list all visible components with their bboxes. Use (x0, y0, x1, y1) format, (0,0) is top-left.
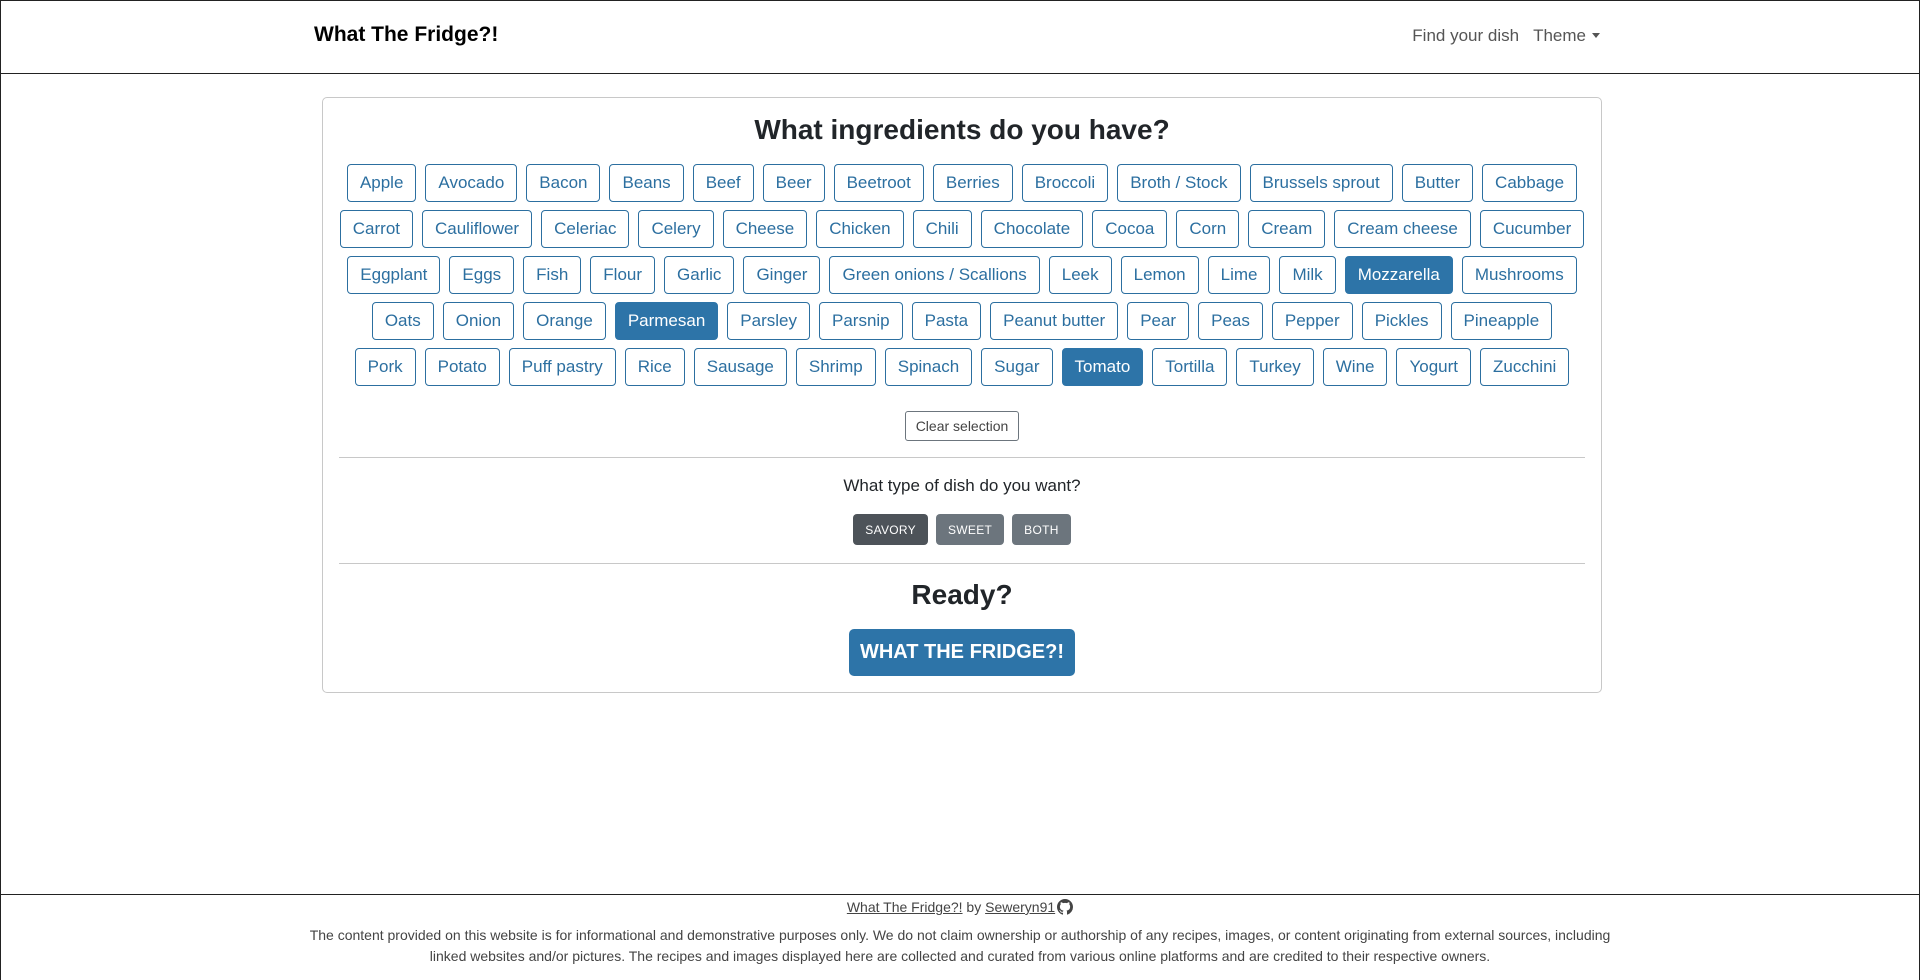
ingredient-button-onion[interactable]: Onion (442, 302, 515, 340)
ingredient-button-parsnip[interactable]: Parsnip (818, 302, 903, 340)
caret-down-icon (1592, 33, 1600, 38)
ingredient-button-wine[interactable]: Wine (1322, 348, 1388, 386)
ingredient-button-puff-pastry[interactable]: Puff pastry (508, 348, 616, 386)
ingredient-button-chili[interactable]: Chili (912, 210, 972, 248)
ingredient-button-eggplant[interactable]: Eggplant (347, 256, 441, 294)
ingredient-button-beans[interactable]: Beans (609, 164, 684, 202)
footer: What The Fridge?! by Seweryn91 The conte… (1, 894, 1919, 980)
ingredient-button-cabbage[interactable]: Cabbage (1482, 164, 1578, 202)
footer-site-link[interactable]: What The Fridge?! (847, 899, 963, 915)
ingredient-button-flour[interactable]: Flour (590, 256, 656, 294)
ingredient-button-cheese[interactable]: Cheese (722, 210, 808, 248)
ingredient-button-avocado[interactable]: Avocado (425, 164, 518, 202)
ingredient-button-tomato[interactable]: Tomato (1061, 348, 1144, 386)
ingredient-button-chicken[interactable]: Chicken (816, 210, 904, 248)
ingredient-button-peas[interactable]: Peas (1198, 302, 1263, 340)
ingredient-button-spinach[interactable]: Spinach (884, 348, 973, 386)
ingredient-button-celery[interactable]: Celery (638, 210, 714, 248)
ingredient-button-berries[interactable]: Berries (932, 164, 1013, 202)
what-the-fridge-button[interactable]: WHAT THE FRIDGE?! (849, 629, 1075, 676)
ready-heading: Ready? (911, 579, 1013, 610)
footer-disclaimer: The content provided on this website is … (309, 927, 1611, 964)
ingredient-button-celeriac[interactable]: Celeriac (541, 210, 630, 248)
ingredient-button-brussels-sprout[interactable]: Brussels sprout (1249, 164, 1393, 202)
ingredient-button-lemon[interactable]: Lemon (1120, 256, 1199, 294)
ingredient-button-broth-stock[interactable]: Broth / Stock (1117, 164, 1241, 202)
ingredient-button-shrimp[interactable]: Shrimp (795, 348, 876, 386)
ingredient-button-parsley[interactable]: Parsley (727, 302, 810, 340)
ingredient-button-sausage[interactable]: Sausage (693, 348, 787, 386)
ingredient-button-cocoa[interactable]: Cocoa (1092, 210, 1168, 248)
ingredient-button-eggs[interactable]: Eggs (449, 256, 515, 294)
ingredient-button-potato[interactable]: Potato (424, 348, 500, 386)
dish-type-buttons: SAVORY SWEET BOTH (323, 514, 1601, 545)
ingredient-button-cucumber[interactable]: Cucumber (1479, 210, 1585, 248)
ingredient-button-parmesan[interactable]: Parmesan (614, 302, 719, 340)
ingredient-button-beer[interactable]: Beer (762, 164, 825, 202)
ingredient-button-fish[interactable]: Fish (523, 256, 582, 294)
ingredient-button-leek[interactable]: Leek (1048, 256, 1112, 294)
ingredient-button-carrot[interactable]: Carrot (339, 210, 413, 248)
footer-credits: What The Fridge?! by Seweryn91 (1, 899, 1919, 918)
nav-links: Find your dish Theme (1412, 26, 1600, 46)
footer-by: by (966, 899, 982, 915)
divider (339, 563, 1585, 564)
ingredient-button-bacon[interactable]: Bacon (526, 164, 601, 202)
ingredient-button-corn[interactable]: Corn (1176, 210, 1240, 248)
dish-type-question: What type of dish do you want? (843, 476, 1081, 495)
brand-logo[interactable]: What The Fridge?! (314, 23, 498, 47)
ingredient-list: Apple Avocado Bacon Beans Beef Beer Beetroot Be… (338, 164, 1586, 386)
ingredient-button-zucchini[interactable]: Zucchini (1480, 348, 1570, 386)
ingredient-button-pork[interactable]: Pork (354, 348, 416, 386)
ingredient-button-ginger[interactable]: Ginger (743, 256, 821, 294)
ingredient-button-pasta[interactable]: Pasta (911, 302, 982, 340)
clear-selection-button[interactable]: Clear selection (905, 411, 1019, 441)
ingredient-button-green-onions-scallions[interactable]: Green onions / Scallions (829, 256, 1040, 294)
ingredient-button-turkey[interactable]: Turkey (1236, 348, 1314, 386)
ingredient-button-pickles[interactable]: Pickles (1361, 302, 1442, 340)
navbar: What The Fridge?! Find your dish Theme (1, 1, 1919, 74)
ingredient-button-rice[interactable]: Rice (624, 348, 685, 386)
ingredient-button-beetroot[interactable]: Beetroot (833, 164, 924, 202)
ingredient-button-broccoli[interactable]: Broccoli (1021, 164, 1109, 202)
nav-theme-dropdown[interactable]: Theme (1533, 26, 1600, 46)
nav-find-dish[interactable]: Find your dish (1412, 26, 1519, 46)
ingredient-button-chocolate[interactable]: Chocolate (980, 210, 1084, 248)
ingredient-button-tortilla[interactable]: Tortilla (1152, 348, 1228, 386)
dish-type-both-button[interactable]: BOTH (1012, 514, 1071, 545)
dish-type-savory-button[interactable]: SAVORY (853, 514, 928, 545)
ingredient-button-mozzarella[interactable]: Mozzarella (1344, 256, 1453, 294)
ingredient-button-cauliflower[interactable]: Cauliflower (422, 210, 533, 248)
ingredient-button-beef[interactable]: Beef (692, 164, 754, 202)
ingredient-button-milk[interactable]: Milk (1279, 256, 1336, 294)
ingredient-button-yogurt[interactable]: Yogurt (1396, 348, 1472, 386)
footer-author-link[interactable]: Seweryn91 (985, 899, 1055, 915)
ingredient-button-orange[interactable]: Orange (523, 302, 606, 340)
ingredient-button-cream-cheese[interactable]: Cream cheese (1334, 210, 1471, 248)
ingredient-button-apple[interactable]: Apple (346, 164, 417, 202)
ingredient-button-mushrooms[interactable]: Mushrooms (1461, 256, 1577, 294)
divider (339, 457, 1585, 458)
ingredient-button-oats[interactable]: Oats (371, 302, 434, 340)
ingredient-button-butter[interactable]: Butter (1401, 164, 1474, 202)
page-title: What ingredients do you have? (754, 114, 1170, 145)
ingredient-button-peanut-butter[interactable]: Peanut butter (990, 302, 1119, 340)
ingredient-button-lime[interactable]: Lime (1207, 256, 1271, 294)
dish-type-sweet-button[interactable]: SWEET (936, 514, 1005, 545)
ingredients-card: What ingredients do you have? Apple Avoca… (322, 97, 1602, 693)
github-icon[interactable] (1057, 899, 1074, 918)
ingredient-button-pepper[interactable]: Pepper (1271, 302, 1353, 340)
ingredient-button-pineapple[interactable]: Pineapple (1450, 302, 1553, 340)
ingredient-button-garlic[interactable]: Garlic (664, 256, 735, 294)
ingredient-button-cream[interactable]: Cream (1248, 210, 1326, 248)
ingredient-button-sugar[interactable]: Sugar (981, 348, 1053, 386)
nav-theme-label: Theme (1533, 26, 1586, 45)
ingredient-button-pear[interactable]: Pear (1127, 302, 1190, 340)
